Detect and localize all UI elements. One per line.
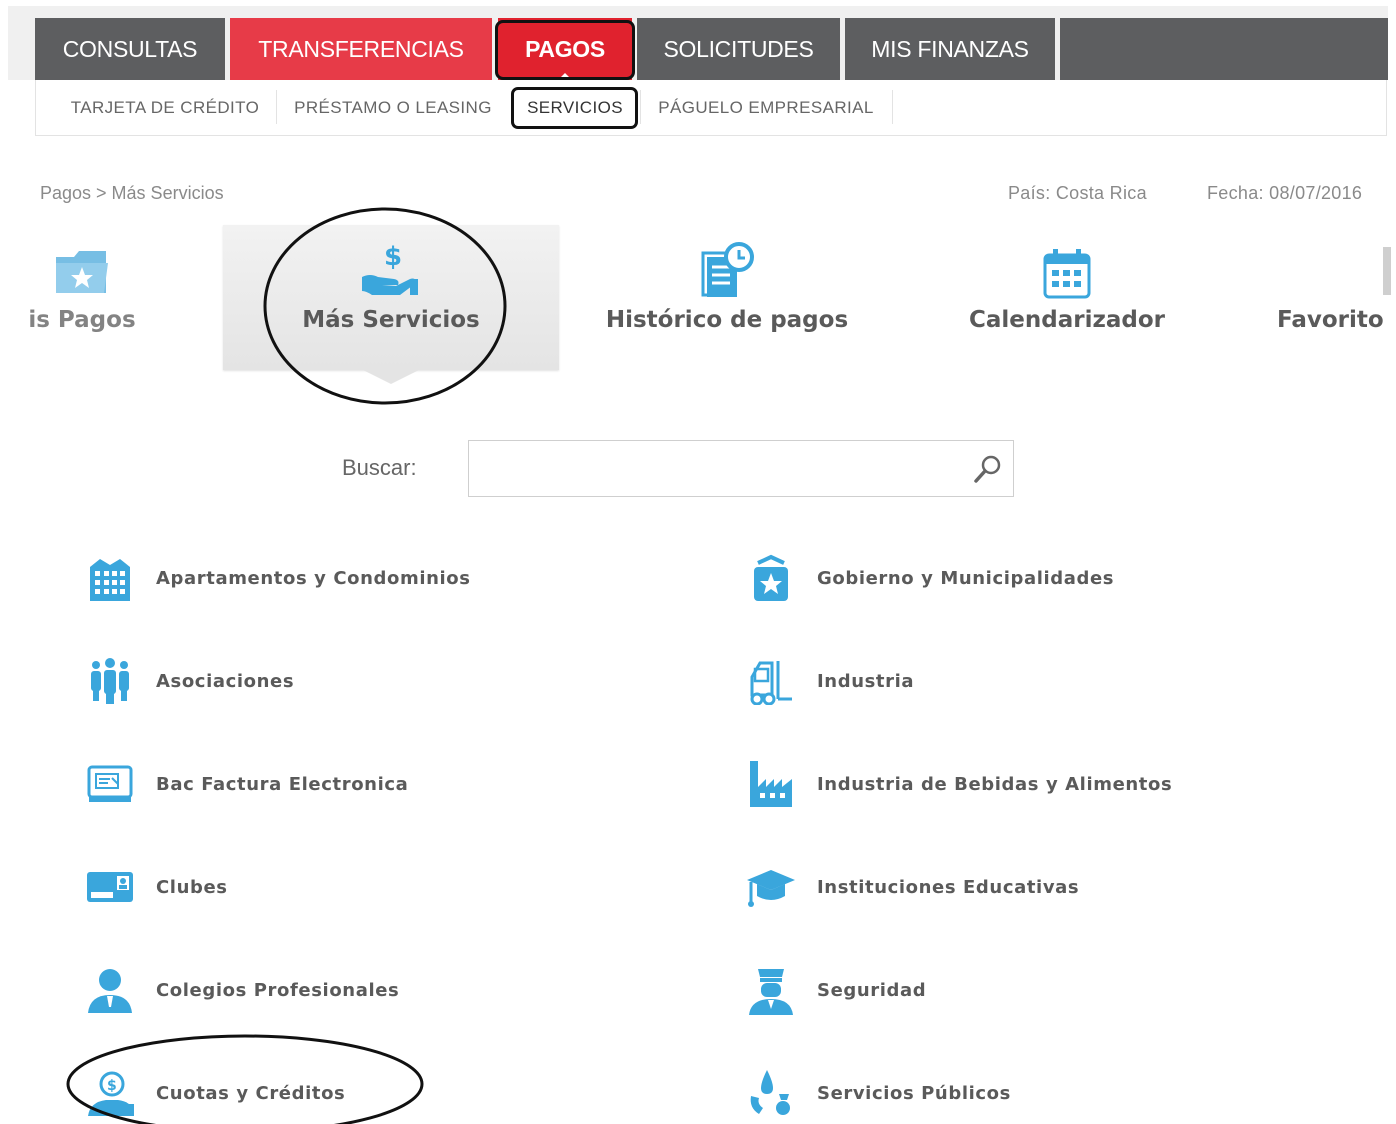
tab-label: MIS FINANZAS: [871, 35, 1029, 62]
search-box: [468, 440, 1014, 497]
service-label: Bac Factura Electronica: [156, 773, 409, 795]
svg-text:$: $: [384, 242, 402, 272]
carousel-item-favoritos[interactable]: Favorito: [1262, 225, 1396, 370]
service-bac-factura-electronica[interactable]: Bac Factura Electronica: [80, 754, 408, 814]
forklift-icon: [741, 651, 801, 711]
carousel-label: Calendarizador: [969, 307, 1165, 333]
service-apartamentos-y-condominios[interactable]: Apartamentos y Condominios: [80, 548, 471, 608]
service-label: Clubes: [156, 876, 228, 898]
service-colegios-profesionales[interactable]: Colegios Profesionales: [80, 960, 399, 1020]
service-label: Apartamentos y Condominios: [156, 567, 471, 589]
tab-label: SOLICITUDES: [663, 35, 814, 62]
folder-star-icon: [52, 225, 112, 307]
subnav-label: PRÉSTAMO O LEASING: [294, 98, 492, 117]
membership-card-icon: [80, 857, 140, 917]
nav-filler: [1060, 18, 1388, 80]
service-seguridad[interactable]: Seguridad: [741, 960, 926, 1020]
carousel-item-historico-de-pagos[interactable]: Histórico de pagos: [572, 225, 882, 370]
page: CONSULTAS TRANSFERENCIAS PAGOS SOLICITUD…: [0, 0, 1396, 1124]
tab-mis-finanzas[interactable]: MIS FINANZAS: [845, 18, 1055, 80]
service-label: Servicios Públicos: [817, 1082, 1011, 1104]
service-label: Gobierno y Municipalidades: [817, 567, 1115, 589]
service-cuotas-y-creditos[interactable]: $ Cuotas y Créditos: [80, 1063, 345, 1123]
tab-solicitudes[interactable]: SOLICITUDES: [637, 18, 840, 80]
carousel-item-calendarizador[interactable]: Calendarizador: [927, 225, 1207, 370]
date-label: Fecha:: [1207, 183, 1264, 203]
tab-label: PAGOS: [525, 35, 605, 62]
government-badge-icon: [741, 548, 801, 608]
sub-nav: TARJETA DE CRÉDITO PRÉSTAMO O LEASING SE…: [35, 80, 1387, 136]
tab-label: TRANSFERENCIAS: [258, 35, 464, 62]
service-asociaciones[interactable]: Asociaciones: [80, 651, 294, 711]
service-label: Instituciones Educativas: [817, 876, 1080, 898]
subnav-prestamo-o-leasing[interactable]: PRÉSTAMO O LEASING: [279, 92, 507, 124]
service-gobierno-y-municipalidades[interactable]: Gobierno y Municipalidades: [741, 548, 1114, 608]
search-label: Buscar:: [342, 455, 417, 480]
service-label: Seguridad: [817, 979, 927, 1001]
tab-consultas[interactable]: CONSULTAS: [35, 18, 225, 80]
service-instituciones-educativas[interactable]: Instituciones Educativas: [741, 857, 1079, 917]
service-clubes[interactable]: Clubes: [80, 857, 228, 917]
country-info: País: Costa Rica: [1008, 183, 1147, 204]
main-nav: CONSULTAS TRANSFERENCIAS PAGOS SOLICITUD…: [8, 6, 1388, 80]
favorites-icon: [1262, 225, 1391, 307]
subnav-label: SERVICIOS: [527, 98, 623, 117]
breadcrumb: Pagos > Más Servicios: [40, 183, 224, 203]
date-info: Fecha: 08/07/2016: [1207, 183, 1362, 204]
carousel-label: Favorito: [1277, 307, 1384, 333]
date-value: 08/07/2016: [1269, 183, 1363, 203]
subnav-servicios[interactable]: SERVICIOS: [518, 92, 632, 124]
carousel-item-mas-servicios[interactable]: $ Más Servicios: [223, 225, 559, 384]
professional-person-icon: [80, 960, 140, 1020]
tab-pagos[interactable]: PAGOS: [498, 18, 632, 80]
factory-icon: [741, 754, 801, 814]
service-label: Cuotas y Créditos: [156, 1082, 346, 1104]
subnav-divider: [892, 90, 893, 124]
monitor-invoice-icon: [80, 754, 140, 814]
subnav-label: TARJETA DE CRÉDITO: [70, 98, 260, 117]
service-label: Colegios Profesionales: [156, 979, 400, 1001]
country-value: Costa Rica: [1055, 183, 1147, 203]
service-industria-de-bebidas-y-alimentos[interactable]: Industria de Bebidas y Alimentos: [741, 754, 1172, 814]
carousel-label: is Pagos: [28, 307, 136, 333]
subnav-label: PÁGUELO EMPRESARIAL: [658, 98, 874, 117]
building-icon: [80, 548, 140, 608]
graduation-cap-icon: [741, 857, 801, 917]
service-label: Industria de Bebidas y Alimentos: [817, 773, 1173, 795]
search-icon[interactable]: [973, 454, 1003, 484]
search-input[interactable]: [469, 441, 959, 496]
security-guard-icon: [741, 960, 801, 1020]
tab-transferencias[interactable]: TRANSFERENCIAS: [230, 18, 492, 80]
people-group-icon: [80, 651, 140, 711]
carousel-label: Histórico de pagos: [605, 307, 849, 333]
carousel-item-mis-pagos[interactable]: is Pagos: [2, 225, 162, 370]
utilities-icon: [741, 1063, 801, 1123]
subnav-divider: [640, 90, 641, 124]
payments-carousel: is Pagos $ Más Servicios Histórico de pa…: [12, 225, 1391, 384]
service-servicios-publicos[interactable]: Servicios Públicos: [741, 1063, 1011, 1123]
tab-label: CONSULTAS: [62, 35, 198, 62]
service-label: Industria: [817, 670, 915, 692]
svg-text:$: $: [107, 1078, 117, 1094]
calendar-icon: [1043, 225, 1091, 307]
carousel-label: Más Servicios: [302, 307, 480, 333]
hand-dollar-icon: $: [360, 225, 422, 307]
person-credit-icon: $: [80, 1063, 140, 1123]
document-clock-icon: [697, 225, 757, 307]
subnav-tarjeta-de-credito[interactable]: TARJETA DE CRÉDITO: [56, 92, 274, 124]
subnav-paguelo-empresarial[interactable]: PÁGUELO EMPRESARIAL: [644, 92, 888, 124]
service-industria[interactable]: Industria: [741, 651, 914, 711]
country-label: País:: [1008, 183, 1051, 203]
subnav-divider: [276, 90, 277, 124]
service-label: Asociaciones: [156, 670, 295, 692]
